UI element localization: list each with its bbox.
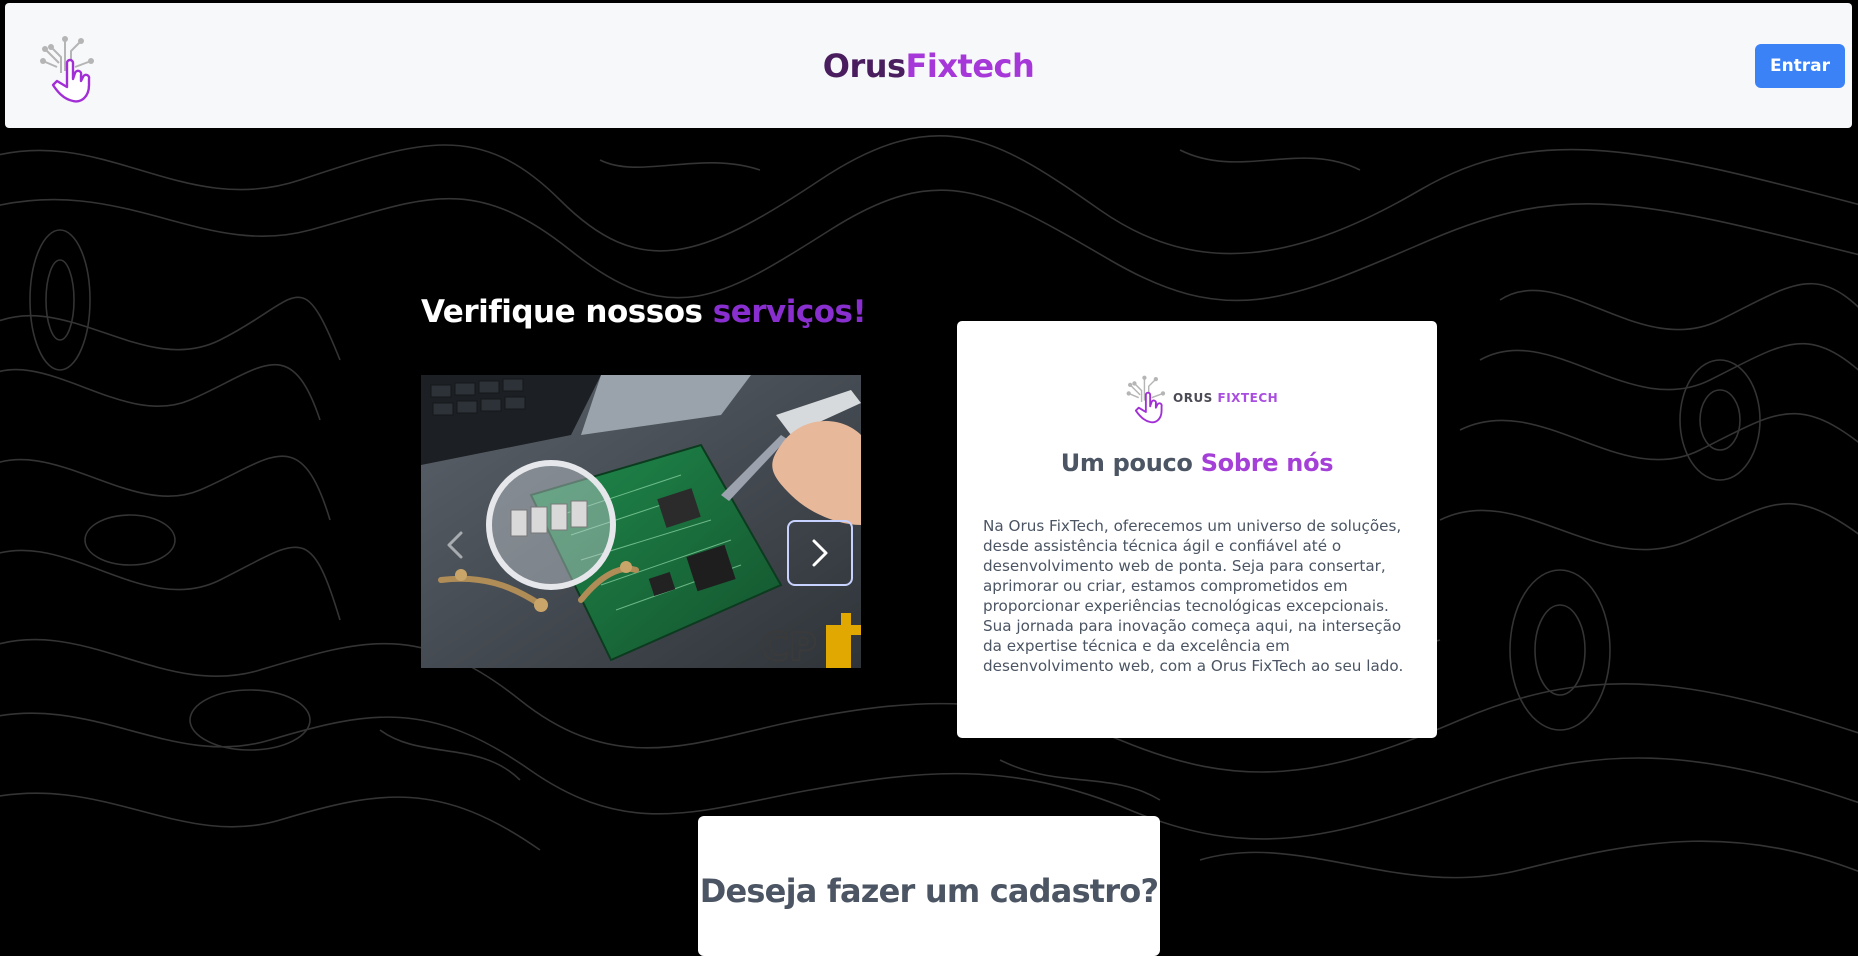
carousel-prev-button[interactable] — [441, 525, 471, 565]
carousel-next-button[interactable] — [787, 520, 853, 586]
about-card: ORUS FIXTECH Um pouco Sobre nós Na Orus … — [957, 321, 1437, 738]
navbar: OrusFixtech Entrar — [5, 3, 1852, 128]
services-heading-part1: Verifique nossos — [421, 294, 713, 330]
chevron-left-icon — [447, 531, 463, 559]
brand-name-part2: Fixtech — [905, 47, 1035, 85]
brand-name-part1: Orus — [822, 47, 906, 85]
about-heading-part2: Sobre nós — [1200, 449, 1334, 477]
card-logo-text: ORUS FIXTECH — [1173, 391, 1278, 405]
about-description: Na Orus FixTech, oferecemos um universo … — [983, 517, 1404, 675]
topographic-background — [0, 135, 1858, 879]
about-heading-part1: Um pouco — [1060, 449, 1201, 477]
services-heading-part2: serviços! — [712, 294, 867, 330]
card-logo-text-part1: ORUS — [1173, 391, 1218, 405]
card-logo: ORUS FIXTECH — [1123, 369, 1278, 425]
brand-name: OrusFixtech — [5, 47, 1852, 85]
services-carousel: CP — [421, 375, 861, 668]
chevron-right-icon — [812, 539, 828, 567]
about-heading: Um pouco Sobre nós — [957, 449, 1437, 477]
brand-logo-icon — [1126, 375, 1166, 424]
services-heading: Verifique nossos serviços! — [421, 294, 867, 330]
card-logo-text-part2: FIXTECH — [1217, 391, 1279, 405]
login-button[interactable]: Entrar — [1755, 44, 1845, 88]
signup-heading: Deseja fazer um cadastro? — [699, 872, 1159, 910]
signup-card: Deseja fazer um cadastro? — [698, 816, 1160, 956]
carousel-watermark: CP — [761, 625, 817, 668]
